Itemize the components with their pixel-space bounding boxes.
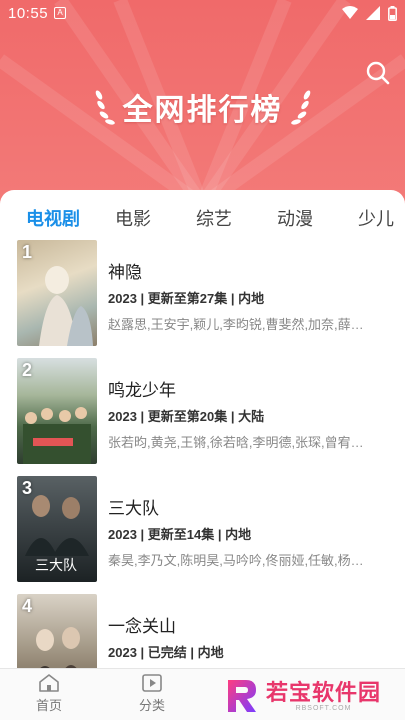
poster-image[interactable]: 2 <box>17 358 97 464</box>
battery-icon <box>388 5 397 21</box>
rank-number: 1 <box>22 242 33 262</box>
show-meta: 2023 | 更新至第20集 | 大陆 <box>108 409 265 424</box>
tab-variety[interactable]: 综艺 <box>196 205 232 231</box>
nav-category[interactable]: 分类 <box>122 673 182 714</box>
show-cast: 张若昀,黄尧,王锵,徐若晗,李明德,张琛,曾宥… <box>108 435 364 450</box>
show-meta: 2023 | 已完结 | 内地 <box>108 645 224 660</box>
show-title[interactable]: 一念关山 <box>108 612 176 637</box>
show-meta: 2023 | 更新至第27集 | 内地 <box>108 291 265 306</box>
category-tabs: 电视剧 电影 综艺 动漫 少儿 <box>0 190 405 240</box>
tab-anime[interactable]: 动漫 <box>277 205 313 231</box>
show-title[interactable]: 神隐 <box>108 258 142 283</box>
poster-image[interactable]: 4 <box>17 594 97 668</box>
rank-number: 3 <box>22 478 33 498</box>
list-item[interactable]: 三大队 3 三大队 2023 | 更新至14集 | 内地 秦昊,李乃文,陈明昊,… <box>0 476 405 586</box>
play-square-icon <box>142 674 162 692</box>
status-time: 10:55 <box>8 4 49 22</box>
status-bar: 10:55 A <box>0 0 405 26</box>
rank-number: 2 <box>22 360 33 380</box>
watermark-url: RBSOFT.COM <box>295 704 352 712</box>
home-icon <box>39 674 59 692</box>
page-title: 全网排行榜 <box>122 94 283 127</box>
ranking-panel: 电视剧 电影 综艺 动漫 少儿 1 神隐 2023 | 更新至第27集 | 内地… <box>0 190 405 668</box>
list-item[interactable]: 2 鸣龙少年 2023 | 更新至第20集 | 大陆 张若昀,黄尧,王锵,徐若晗… <box>0 358 405 468</box>
show-title[interactable]: 三大队 <box>108 494 159 519</box>
tab-tv-series[interactable]: 电视剧 <box>26 205 80 231</box>
nav-category-label: 分类 <box>138 698 165 713</box>
title-row: 全网排行榜 <box>0 82 405 132</box>
watermark-logo-icon <box>228 680 256 712</box>
tab-movies[interactable]: 电影 <box>115 205 151 231</box>
watermark-text: 若宝软件园 <box>266 679 382 705</box>
show-cast: 赵露思,王安宇,颖儿,李昀锐,曹斐然,加奈,薛… <box>108 317 364 332</box>
watermark: 若宝软件园 RBSOFT.COM <box>222 672 405 720</box>
nav-home-label: 首页 <box>35 698 62 713</box>
poster-image[interactable]: 1 <box>17 240 97 346</box>
wifi-icon <box>342 6 358 19</box>
svg-text:三大队: 三大队 <box>35 558 77 574</box>
header-banner: 10:55 A 全网排行榜 <box>0 0 405 205</box>
notification-icon: A <box>54 7 67 19</box>
rank-number: 4 <box>22 596 33 616</box>
tab-kids[interactable]: 少儿 <box>358 205 394 231</box>
poster-image[interactable]: 三大队 3 <box>17 476 97 582</box>
show-meta: 2023 | 更新至14集 | 内地 <box>108 527 252 542</box>
nav-home[interactable]: 首页 <box>19 673 79 714</box>
laurel-left-icon <box>95 90 115 125</box>
show-title[interactable]: 鸣龙少年 <box>108 376 176 401</box>
show-cast: 秦昊,李乃文,陈明昊,马吟吟,佟丽娅,任敏,杨… <box>108 553 364 568</box>
signal-icon <box>366 6 380 20</box>
laurel-right-icon <box>290 90 310 125</box>
list-item[interactable]: 4 一念关山 2023 | 已完结 | 内地 <box>0 594 405 668</box>
list-item[interactable]: 1 神隐 2023 | 更新至第27集 | 内地 赵露思,王安宇,颖儿,李昀锐,… <box>0 240 405 350</box>
